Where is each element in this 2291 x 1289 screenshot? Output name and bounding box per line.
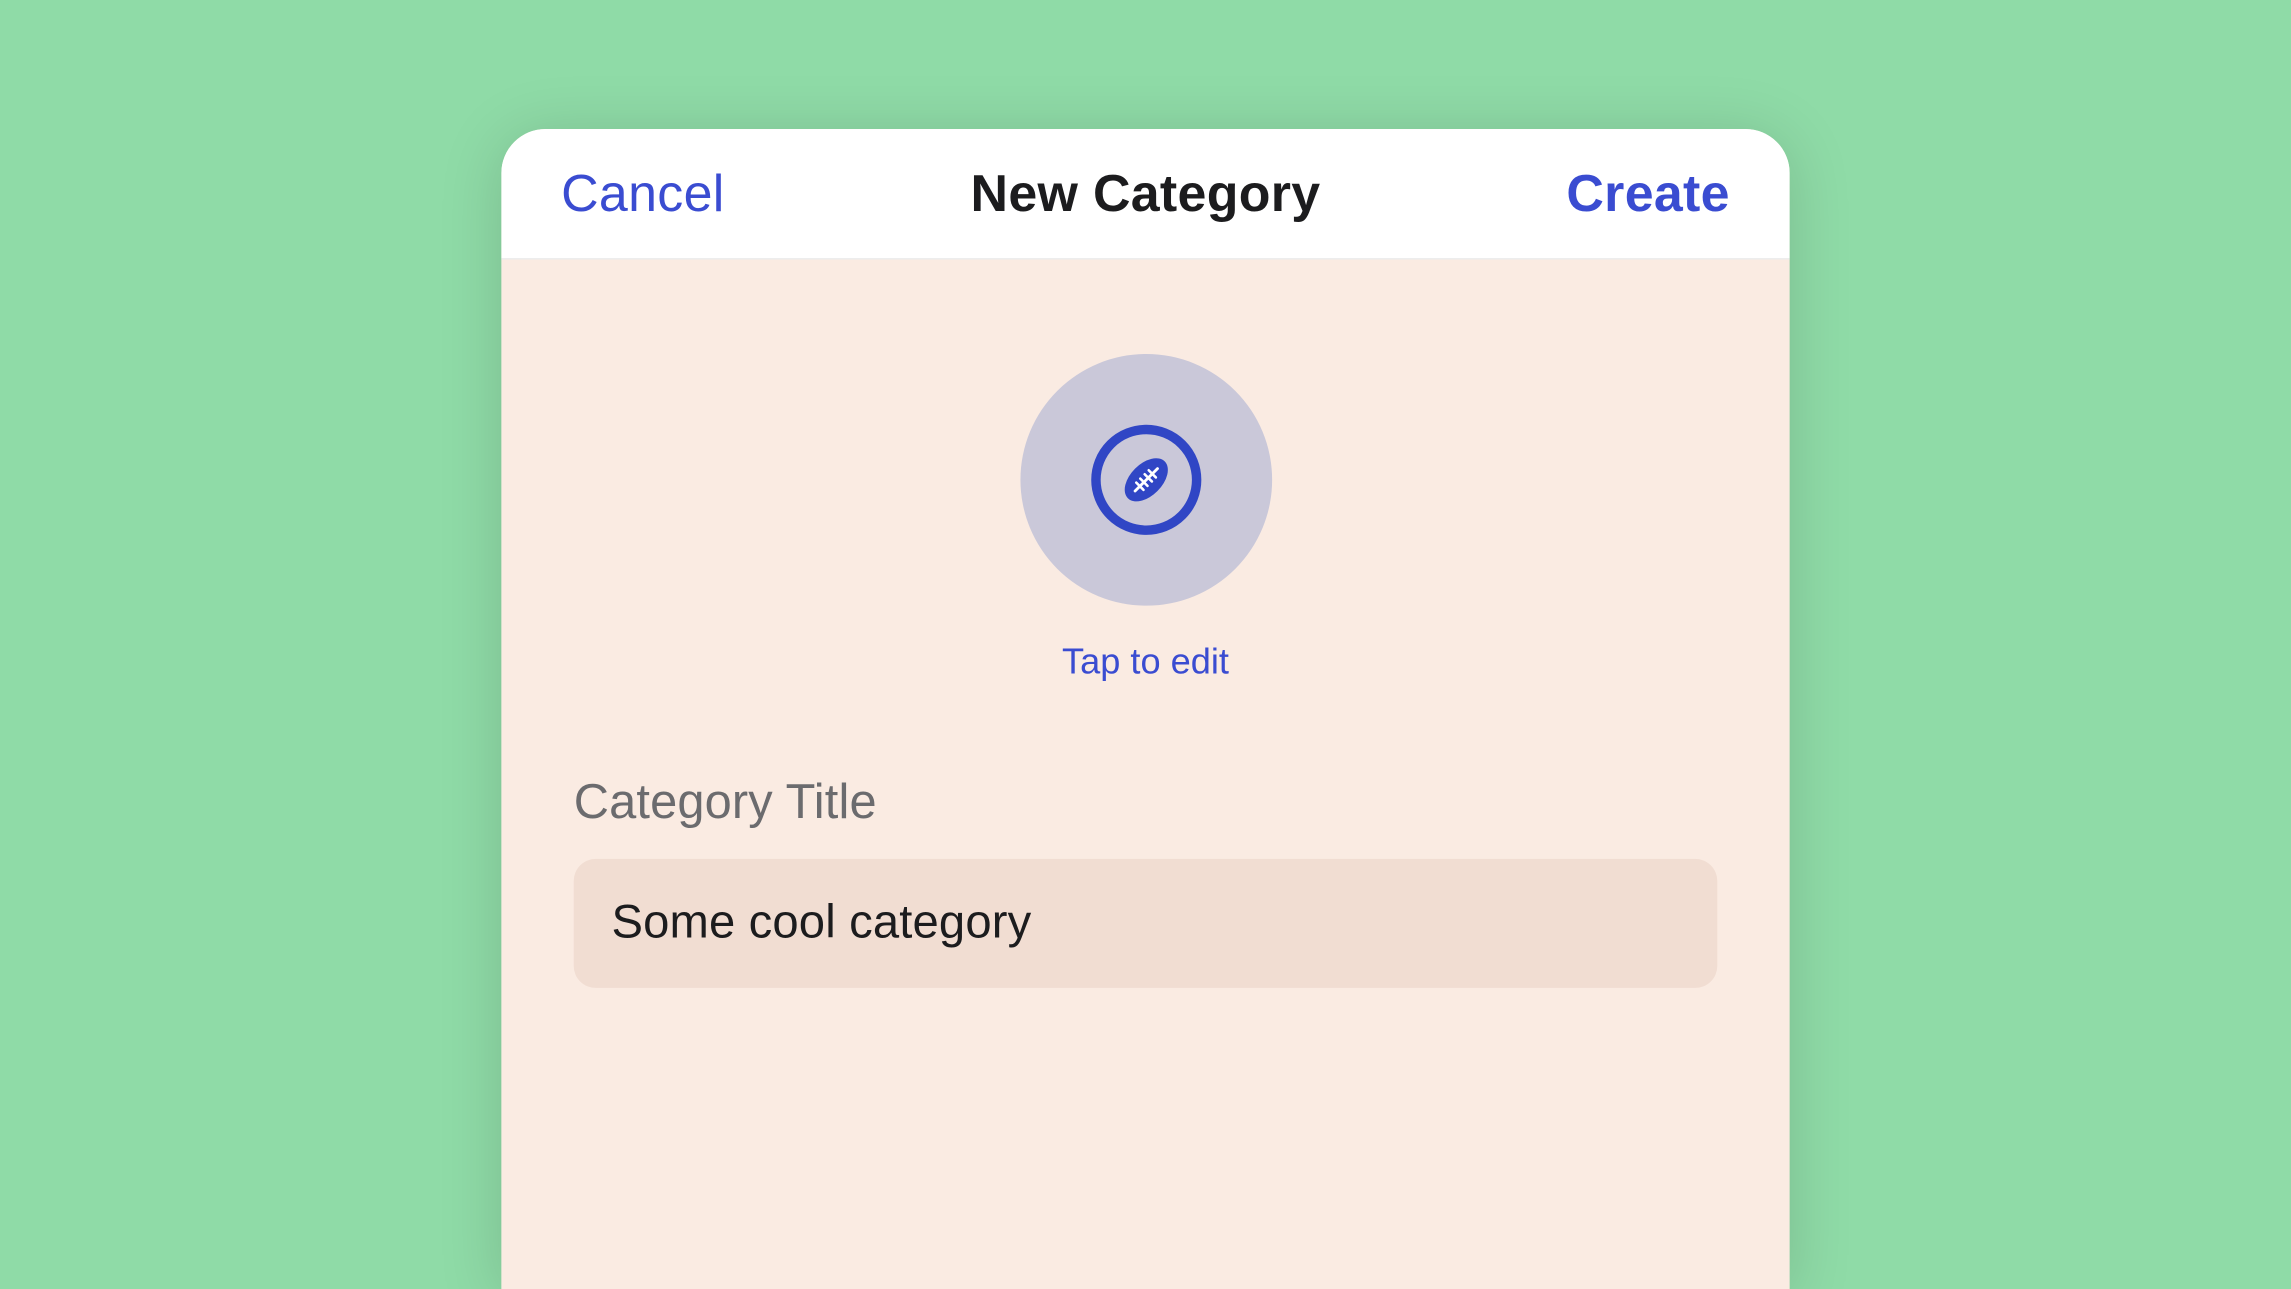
new-category-sheet: Cancel New Category Create: [501, 129, 1789, 1289]
football-icon: [1117, 451, 1174, 508]
sheet-content: Tap to edit Category Title: [501, 259, 1789, 987]
navigation-bar: Cancel New Category Create: [501, 129, 1789, 260]
category-title-input[interactable]: [574, 858, 1718, 987]
icon-picker-button[interactable]: [1020, 353, 1272, 605]
tap-to-edit-label[interactable]: Tap to edit: [1062, 640, 1229, 682]
create-button[interactable]: Create: [1566, 163, 1729, 223]
category-title-label: Category Title: [574, 773, 1718, 830]
icon-picker-section: Tap to edit: [574, 353, 1718, 682]
sheet-title: New Category: [971, 163, 1321, 223]
cancel-button[interactable]: Cancel: [561, 163, 724, 223]
icon-ring: [1090, 424, 1200, 534]
